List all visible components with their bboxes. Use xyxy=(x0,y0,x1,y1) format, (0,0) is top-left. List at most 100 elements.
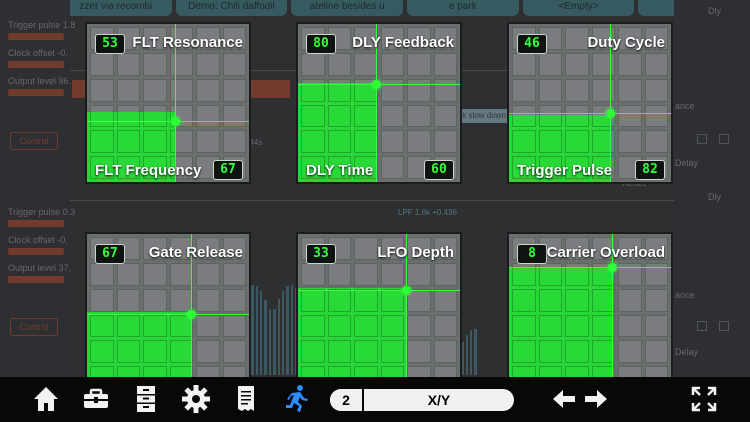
pad-cell xyxy=(222,78,246,102)
pad-cell xyxy=(433,52,457,76)
pad-cell xyxy=(196,130,220,154)
top-parameter-label: DLY Feedback xyxy=(352,34,454,51)
xy-pad-dly[interactable]: 80 DLY Feedback DLY Time 60 xyxy=(296,22,462,184)
pad-handle[interactable] xyxy=(372,80,381,89)
gear-icon[interactable] xyxy=(181,384,211,414)
page-title[interactable]: X/Y xyxy=(364,389,514,411)
pad-cell xyxy=(380,52,404,76)
pad-cell xyxy=(380,156,404,179)
pad-cell xyxy=(116,78,140,102)
top-parameter-label: FLT Resonance xyxy=(132,34,243,51)
bottom-parameter-label: DLY Time xyxy=(306,162,374,179)
pad-cell xyxy=(512,78,536,102)
pad-cell xyxy=(591,52,615,76)
pad-cell xyxy=(380,262,404,286)
pad-cell xyxy=(565,52,589,76)
bottom-parameter-label: FLT Frequency xyxy=(95,162,202,179)
pad-cell xyxy=(196,340,220,364)
pad-cell xyxy=(380,130,404,154)
fullscreen-icon[interactable] xyxy=(689,384,719,414)
pad-cell xyxy=(538,78,562,102)
pad-cell xyxy=(169,78,193,102)
top-parameter-label: Gate Release xyxy=(148,244,243,261)
top-value-display: 53 xyxy=(95,34,125,54)
home-icon[interactable] xyxy=(31,384,61,414)
pad-cell xyxy=(644,52,668,76)
pad-cell xyxy=(354,52,378,76)
pad-cell xyxy=(143,288,167,312)
bottom-value-display: 82 xyxy=(635,160,665,180)
xy-pad-duty[interactable]: 46 Duty Cycle Trigger Pulse 82 xyxy=(507,22,673,184)
pad-cell xyxy=(196,52,220,76)
pad-handle[interactable] xyxy=(606,109,615,118)
pad-cell xyxy=(169,52,193,76)
pad-cell xyxy=(90,262,114,286)
xy-pad-lfo[interactable]: 33 LFO Depth xyxy=(296,232,462,394)
pad-handle[interactable] xyxy=(608,263,617,272)
pad-cell xyxy=(90,52,114,76)
pad-cell xyxy=(407,78,431,102)
crosshair-horizontal xyxy=(509,267,671,268)
pad-cell xyxy=(644,340,668,364)
xy-pad-carrier[interactable]: 8 Carrier Overload xyxy=(507,232,673,394)
pad-cell xyxy=(644,78,668,102)
bottom-parameter-label: Trigger Pulse xyxy=(517,162,613,179)
pad-cell xyxy=(618,130,642,154)
pad-cell xyxy=(143,262,167,286)
pad-cell xyxy=(354,262,378,286)
pad-cell xyxy=(407,314,431,338)
pad-cell xyxy=(644,104,668,128)
pad-cell xyxy=(433,104,457,128)
pad-cell xyxy=(618,78,642,102)
pad-cell xyxy=(222,52,246,76)
pad-cell xyxy=(354,237,378,260)
pad-cell xyxy=(618,52,642,76)
runner-icon[interactable] xyxy=(281,384,311,414)
top-parameter-label: LFO Depth xyxy=(377,244,454,261)
page-number[interactable]: 2 xyxy=(330,389,364,411)
xy-pad-flt[interactable]: 53 FLT Resonance FLT Frequency 67 xyxy=(85,22,251,184)
bottom-value-display: 60 xyxy=(424,160,454,180)
pad-cell xyxy=(116,288,140,312)
xy-pad-gate[interactable]: 67 Gate Release xyxy=(85,232,251,394)
crosshair-horizontal xyxy=(87,121,249,122)
pad-cell xyxy=(618,314,642,338)
pad-handle[interactable] xyxy=(402,286,411,295)
top-value-display: 8 xyxy=(517,244,547,264)
pad-cell xyxy=(169,262,193,286)
pad-cell xyxy=(196,104,220,128)
receipt-icon[interactable] xyxy=(231,384,261,414)
pad-cell xyxy=(407,262,431,286)
crosshair-horizontal xyxy=(509,113,671,114)
pad-cell xyxy=(618,288,642,312)
pad-cell xyxy=(407,340,431,364)
pad-cell xyxy=(565,78,589,102)
pad-cell xyxy=(169,288,193,312)
pad-cell xyxy=(565,27,589,50)
arrow-left-icon[interactable] xyxy=(549,384,579,414)
pad-handle[interactable] xyxy=(171,117,180,126)
pad-handle[interactable] xyxy=(187,310,196,319)
pad-cell xyxy=(327,52,351,76)
pad-cell xyxy=(222,340,246,364)
pad-cell xyxy=(618,340,642,364)
pad-cell xyxy=(116,262,140,286)
pad-cell xyxy=(644,130,668,154)
pad-cell xyxy=(222,288,246,312)
pad-cell xyxy=(196,314,220,338)
pad-cell xyxy=(116,52,140,76)
toolbox-icon[interactable] xyxy=(81,384,111,414)
pad-cell xyxy=(644,314,668,338)
crosshair-horizontal xyxy=(298,290,460,291)
arrow-right-icon[interactable] xyxy=(581,384,611,414)
pad-cell xyxy=(433,262,457,286)
top-parameter-label: Duty Cycle xyxy=(587,34,665,51)
pad-cell xyxy=(407,130,431,154)
pad-cell xyxy=(433,288,457,312)
page-selector[interactable]: 2 X/Y xyxy=(330,389,514,411)
pad-cell xyxy=(618,104,642,128)
pad-cell xyxy=(301,262,325,286)
pad-cell xyxy=(222,104,246,128)
pad-cell xyxy=(433,340,457,364)
cabinet-icon[interactable] xyxy=(131,384,161,414)
